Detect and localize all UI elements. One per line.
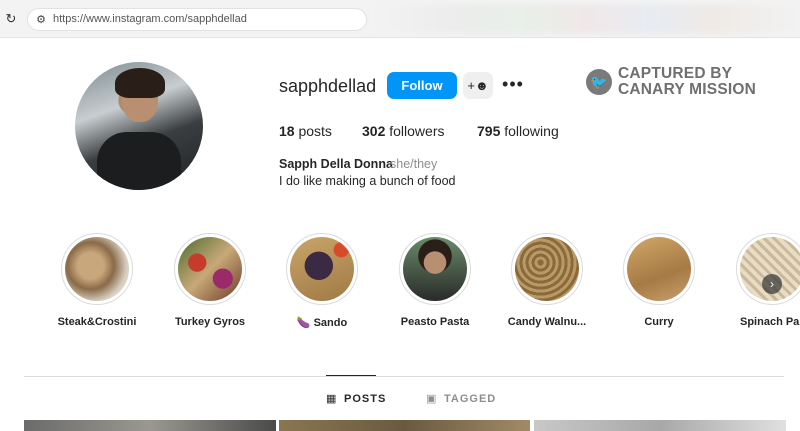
suggest-users-button[interactable]: +☻	[463, 72, 493, 99]
chevron-right-icon[interactable]: ›	[762, 274, 782, 294]
tabs-divider	[24, 376, 784, 377]
following-label: following	[504, 123, 559, 139]
posts-label: posts	[298, 123, 332, 139]
profile-full-name: Sapph Della Donna	[279, 157, 393, 171]
address-bar[interactable]: ⚙ https://www.instagram.com/sapphdellad	[27, 8, 367, 31]
highlight-eggplant-sando[interactable]	[286, 233, 358, 305]
highlight-label: Spinach Pa	[740, 316, 800, 328]
add-user-icon: +☻	[467, 78, 489, 93]
watermark-line1: CAPTURED BY	[618, 65, 733, 82]
highlight-label: Candy Walnu...	[507, 316, 587, 328]
watermark-line2: CANARY MISSION	[618, 81, 757, 98]
highlight-thumbnail	[627, 237, 691, 301]
highlight-thumbnail	[290, 237, 354, 301]
more-options-button[interactable]: •••	[502, 72, 524, 99]
highlight-thumbnail	[403, 237, 467, 301]
highlight-thumbnail	[515, 237, 579, 301]
profile-username: sapphdellad	[279, 76, 377, 96]
highlight-curry[interactable]	[623, 233, 695, 305]
posts-count: 18	[279, 123, 295, 139]
avatar-shirt	[97, 132, 181, 190]
highlight-label: Turkey Gyros	[174, 316, 246, 328]
tagged-icon: ▣	[426, 393, 438, 405]
post-thumbnail[interactable]	[24, 420, 276, 431]
grid-icon: ▦	[326, 393, 338, 405]
post-thumbnail[interactable]	[534, 420, 786, 431]
highlight-candy-walnuts[interactable]	[511, 233, 583, 305]
highlight-steak-crostini[interactable]	[61, 233, 133, 305]
tab-posts[interactable]: ▦ POSTS	[326, 392, 386, 405]
site-info-icon[interactable]: ⚙	[34, 13, 48, 27]
url-text[interactable]: https://www.instagram.com/sapphdellad	[53, 13, 247, 25]
tab-tagged-label: TAGGED	[444, 393, 497, 405]
canary-bird-icon: 🐦	[586, 69, 612, 95]
highlight-label: Peasto Pasta	[400, 316, 470, 328]
tab-posts-label: POSTS	[344, 393, 387, 405]
blurred-extensions	[370, 4, 800, 34]
watermark-text: CAPTURED BY CANARY MISSION	[618, 66, 798, 98]
following-count: 795	[477, 123, 501, 139]
followers-label: followers	[389, 123, 445, 139]
avatar-hair	[115, 68, 165, 98]
highlight-peasto-pasta[interactable]	[399, 233, 471, 305]
profile-avatar[interactable]	[75, 62, 203, 190]
highlight-label: Steak&Crostini	[57, 316, 137, 328]
reload-icon[interactable]: ↻	[4, 12, 18, 26]
posts-stat: 18 posts	[279, 123, 332, 139]
active-tab-indicator	[326, 375, 376, 376]
highlight-label: Curry	[644, 316, 674, 328]
highlight-thumbnail	[178, 237, 242, 301]
post-thumbnail[interactable]	[279, 420, 530, 431]
profile-bio: I do like making a bunch of food	[279, 174, 456, 188]
tab-tagged[interactable]: ▣ TAGGED	[426, 392, 496, 405]
highlight-spinach-pasta[interactable]	[736, 233, 800, 305]
browser-toolbar: ↻ ⚙ https://www.instagram.com/sapphdella…	[0, 0, 800, 38]
highlight-turkey-gyros[interactable]	[174, 233, 246, 305]
following-stat[interactable]: 795 following	[477, 123, 559, 139]
follow-button[interactable]: Follow	[387, 72, 457, 99]
followers-stat[interactable]: 302 followers	[362, 123, 445, 139]
profile-pronouns: she/they	[390, 157, 438, 171]
highlight-label: 🍆 Sando	[296, 317, 348, 329]
followers-count: 302	[362, 123, 386, 139]
highlight-thumbnail	[65, 237, 129, 301]
